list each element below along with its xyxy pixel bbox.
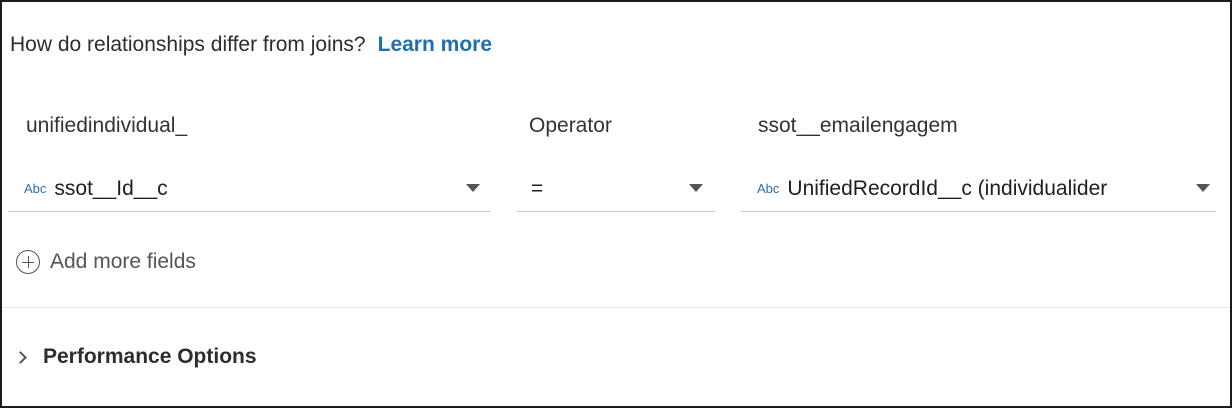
chevron-down-icon <box>689 184 703 192</box>
operator-value: = <box>531 176 544 200</box>
help-row: How do relationships differ from joins? … <box>10 30 492 60</box>
chevron-right-icon <box>14 350 27 364</box>
operator-header: Operator <box>529 114 612 137</box>
operator-select[interactable]: = <box>517 166 715 212</box>
performance-options-toggle[interactable]: Performance Options <box>14 342 257 372</box>
performance-options-label: Performance Options <box>43 345 257 368</box>
plus-circle-icon <box>16 250 40 274</box>
string-type-badge: Abc <box>757 181 780 196</box>
learn-more-link[interactable]: Learn more <box>378 33 492 57</box>
add-more-fields-button[interactable]: Add more fields <box>16 248 196 276</box>
right-field-select[interactable]: Abc UnifiedRecordId__c (individualider <box>741 166 1216 212</box>
left-field-value: ssot__Id__c <box>54 176 168 200</box>
relationship-panel: How do relationships differ from joins? … <box>0 0 1232 408</box>
left-field-select[interactable]: Abc ssot__Id__c <box>8 166 490 212</box>
add-more-fields-label: Add more fields <box>50 250 196 273</box>
help-question: How do relationships differ from joins? <box>10 33 366 56</box>
chevron-down-icon <box>1196 184 1210 192</box>
section-divider <box>4 307 1228 308</box>
right-table-header: ssot__emailengagem <box>758 114 958 137</box>
right-field-value: UnifiedRecordId__c (individualider <box>787 176 1108 200</box>
chevron-down-icon <box>466 184 480 192</box>
string-type-badge: Abc <box>24 181 47 196</box>
left-table-header: unifiedindividual_ <box>26 114 188 137</box>
